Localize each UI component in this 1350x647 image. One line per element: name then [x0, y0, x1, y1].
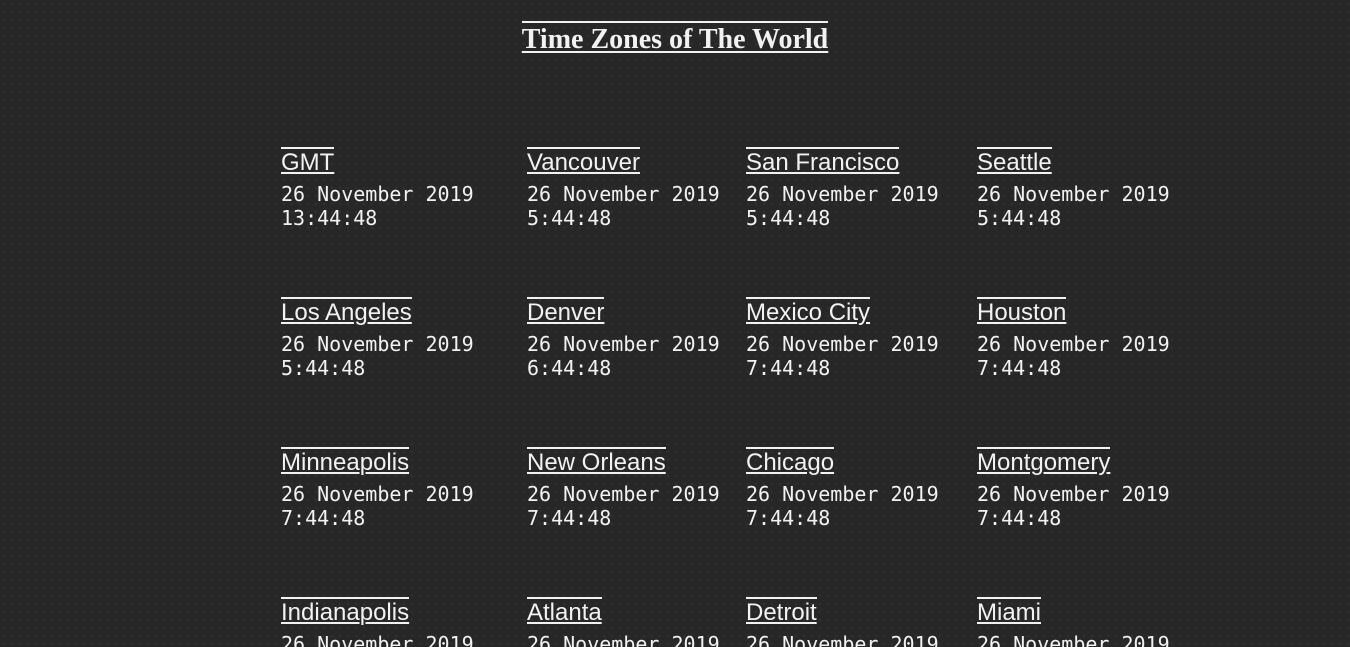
time-zone-date: 26 November 2019 [977, 482, 1170, 506]
time-zone-card: Atlanta 26 November 2019 [527, 597, 757, 647]
time-zone-time: 7:44:48 [977, 356, 1062, 380]
time-zone-time: 5:44:48 [281, 356, 366, 380]
time-zone-time: 6:44:48 [527, 356, 612, 380]
time-zone-date: 26 November 2019 [527, 332, 720, 356]
time-zone-name-link[interactable]: Atlanta [527, 597, 602, 626]
time-zone-name-link[interactable]: Houston [977, 297, 1067, 326]
time-zone-card: Chicago 26 November 2019 7:44:48 [746, 447, 976, 530]
time-zone-card: Vancouver 26 November 2019 5:44:48 [527, 147, 757, 230]
page-title-text: Time Zones of The World [521, 21, 829, 56]
time-zone-time: 5:44:48 [746, 206, 831, 230]
time-zone-time: 7:44:48 [527, 506, 612, 530]
time-zone-date: 26 November 2019 [281, 482, 474, 506]
time-zone-date: 26 November 2019 [746, 182, 939, 206]
time-zone-card: GMT 26 November 2019 13:44:48 [281, 147, 511, 230]
time-zone-name-link[interactable]: Indianapolis [281, 597, 410, 626]
time-zone-name-link[interactable]: Minneapolis [281, 447, 410, 476]
time-zone-name-link[interactable]: Vancouver [527, 147, 640, 176]
time-zone-name-link[interactable]: Detroit [746, 597, 817, 626]
time-zone-date: 26 November 2019 [977, 182, 1170, 206]
time-zone-card: Houston 26 November 2019 7:44:48 [977, 297, 1207, 380]
time-zone-name-link[interactable]: GMT [281, 147, 335, 176]
time-zone-name-link[interactable]: Los Angeles [281, 297, 412, 326]
time-zone-card: New Orleans 26 November 2019 7:44:48 [527, 447, 757, 530]
time-zone-time: 5:44:48 [527, 206, 612, 230]
time-zone-date: 26 November 2019 [527, 632, 720, 647]
time-zone-name-link[interactable]: New Orleans [527, 447, 666, 476]
time-zone-card: Montgomery 26 November 2019 7:44:48 [977, 447, 1207, 530]
time-zone-date: 26 November 2019 [281, 332, 474, 356]
time-zone-card: Denver 26 November 2019 6:44:48 [527, 297, 757, 380]
time-zone-card: Miami 26 November 2019 [977, 597, 1207, 647]
time-zone-date: 26 November 2019 [527, 482, 720, 506]
time-zone-time: 7:44:48 [281, 506, 366, 530]
time-zone-time: 5:44:48 [977, 206, 1062, 230]
time-zone-date: 26 November 2019 [746, 332, 939, 356]
time-zone-date: 26 November 2019 [527, 182, 720, 206]
time-zone-name-link[interactable]: Montgomery [977, 447, 1111, 476]
time-zone-card: Indianapolis 26 November 2019 [281, 597, 511, 647]
time-zone-time: 7:44:48 [746, 506, 831, 530]
time-zone-time: 7:44:48 [977, 506, 1062, 530]
time-zone-card: Mexico City 26 November 2019 7:44:48 [746, 297, 976, 380]
time-zone-card: Detroit 26 November 2019 [746, 597, 976, 647]
time-zone-card: Minneapolis 26 November 2019 7:44:48 [281, 447, 511, 530]
time-zone-date: 26 November 2019 [977, 332, 1170, 356]
time-zone-name-link[interactable]: Miami [977, 597, 1041, 626]
time-zone-date: 26 November 2019 [281, 632, 474, 647]
time-zone-name-link[interactable]: San Francisco [746, 147, 900, 176]
time-zone-card: Los Angeles 26 November 2019 5:44:48 [281, 297, 511, 380]
time-zone-date: 26 November 2019 [746, 482, 939, 506]
time-zone-time: 7:44:48 [746, 356, 831, 380]
time-zone-name-link[interactable]: Denver [527, 297, 605, 326]
time-zone-card: San Francisco 26 November 2019 5:44:48 [746, 147, 976, 230]
time-zone-name-link[interactable]: Seattle [977, 147, 1052, 176]
time-zone-date: 26 November 2019 [746, 632, 939, 647]
time-zone-date: 26 November 2019 [281, 182, 474, 206]
time-zone-card: Seattle 26 November 2019 5:44:48 [977, 147, 1207, 230]
page-title: Time Zones of The World [0, 19, 1350, 56]
time-zone-name-link[interactable]: Chicago [746, 447, 835, 476]
time-zone-name-link[interactable]: Mexico City [746, 297, 871, 326]
time-zone-date: 26 November 2019 [977, 632, 1170, 647]
time-zone-time: 13:44:48 [281, 206, 378, 230]
